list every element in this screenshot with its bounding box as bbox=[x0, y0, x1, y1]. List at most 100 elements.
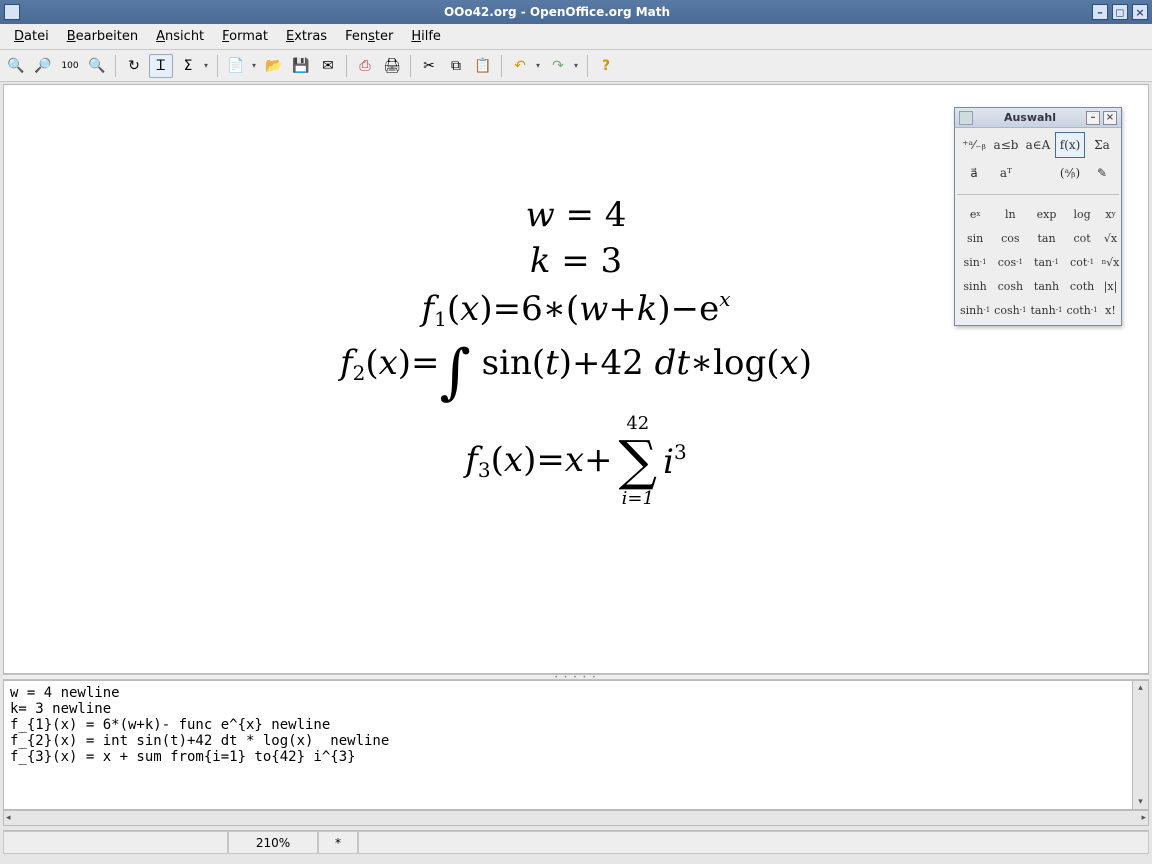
formula-line-2: k = 3 bbox=[530, 241, 622, 281]
undo-icon[interactable]: ↶ bbox=[508, 54, 532, 78]
palette-function-cell[interactable]: tanh bbox=[1030, 275, 1064, 297]
zoom-out-icon[interactable]: 🔎 bbox=[31, 54, 55, 78]
zoom-fit-icon[interactable]: 🔍 bbox=[85, 54, 109, 78]
palette-function-cell[interactable]: cosh-1 bbox=[993, 299, 1027, 321]
command-editor-wrap: w = 4 newline k= 3 newline f_{1}(x) = 6*… bbox=[3, 680, 1149, 810]
dropdown-arrow-icon[interactable]: ▾ bbox=[573, 61, 581, 70]
palette-category-cell[interactable]: ⁺ᵃ⁄₋ᵦ bbox=[959, 132, 989, 158]
palette-function-cell[interactable]: xy bbox=[1101, 203, 1121, 225]
command-editor[interactable]: w = 4 newline k= 3 newline f_{1}(x) = 6*… bbox=[3, 680, 1133, 810]
window-title: OOo42.org - OpenOffice.org Math bbox=[26, 5, 1088, 19]
menu-hilfe[interactable]: Hilfe bbox=[403, 26, 449, 47]
separator bbox=[115, 55, 116, 77]
titlebar: OOo42.org - OpenOffice.org Math – ◻ × bbox=[0, 0, 1152, 24]
dropdown-arrow-icon[interactable]: ▾ bbox=[203, 61, 211, 70]
palette-category-cell[interactable]: aᵀ bbox=[991, 160, 1021, 186]
palette-separator bbox=[957, 194, 1119, 195]
minimize-button[interactable]: – bbox=[1092, 4, 1108, 20]
separator bbox=[587, 55, 588, 77]
zoom-in-icon[interactable]: 🔍 bbox=[4, 54, 28, 78]
palette-function-cell[interactable]: cosh bbox=[993, 275, 1027, 297]
palette-function-cell[interactable]: log bbox=[1066, 203, 1099, 225]
palette-function-cell[interactable]: cos-1 bbox=[993, 251, 1027, 273]
palette-minimize-button[interactable]: – bbox=[1086, 111, 1100, 125]
formula-line-5: f3(x)=x+ 42 ∑ i=1 i3 bbox=[465, 413, 686, 509]
statusbar: 210% * bbox=[3, 830, 1149, 854]
palette-function-cell[interactable]: |x| bbox=[1101, 275, 1121, 297]
selection-palette[interactable]: Auswahl – × ⁺ᵃ⁄₋ᵦa≤ba∈Af(x)Σaa⃗aᵀ(ᵃ⁄ᵦ)✎ … bbox=[954, 107, 1122, 326]
palette-function-cell[interactable]: x! bbox=[1101, 299, 1121, 321]
palette-function-cell[interactable]: tan-1 bbox=[1030, 251, 1064, 273]
palette-function-cell[interactable]: tan bbox=[1030, 227, 1064, 249]
palette-functions-grid: exlnexplogxy sincostancot√x sin-1cos-1tan-… bbox=[955, 199, 1121, 325]
palette-function-cell[interactable]: √x bbox=[1101, 227, 1121, 249]
sigma-icon[interactable]: Σ bbox=[176, 54, 200, 78]
scroll-right-icon[interactable]: ▸ bbox=[1141, 813, 1146, 823]
palette-titlebar[interactable]: Auswahl – × bbox=[955, 108, 1121, 128]
formula-view[interactable]: w = 4 k = 3 f1(x)=6∗(w+k)−ex f2(x)=∫ sin… bbox=[3, 84, 1149, 674]
horizontal-scrollbar[interactable]: ◂ ▸ bbox=[3, 810, 1149, 826]
menu-ansicht[interactable]: Ansicht bbox=[148, 26, 212, 47]
palette-function-cell[interactable]: sinh-1 bbox=[959, 299, 991, 321]
print-icon[interactable]: 🖨 bbox=[380, 54, 404, 78]
menu-extras[interactable]: Extras bbox=[278, 26, 335, 47]
export-pdf-icon[interactable]: ⎙ bbox=[353, 54, 377, 78]
palette-function-cell[interactable]: ex bbox=[959, 203, 991, 225]
status-cell-rest bbox=[358, 831, 1149, 854]
menu-datei[interactable]: Datei bbox=[6, 26, 57, 47]
palette-category-cell[interactable]: (ᵃ⁄ᵦ) bbox=[1055, 160, 1085, 186]
sigma-symbol-icon: ∑ bbox=[619, 434, 658, 488]
palette-category-cell[interactable]: a⃗ bbox=[959, 160, 989, 186]
status-zoom[interactable]: 210% bbox=[228, 831, 318, 854]
menu-fenster[interactable]: Fenster bbox=[337, 26, 401, 47]
menubar: Datei Bearbeiten Ansicht Format Extras F… bbox=[0, 24, 1152, 50]
vertical-scrollbar[interactable]: ▴ ▾ bbox=[1133, 680, 1149, 810]
palette-function-cell[interactable]: sin-1 bbox=[959, 251, 991, 273]
redo-icon[interactable]: ↷ bbox=[546, 54, 570, 78]
palette-function-cell[interactable]: tanh-1 bbox=[1030, 299, 1064, 321]
dropdown-arrow-icon[interactable]: ▾ bbox=[535, 61, 543, 70]
palette-category-cell[interactable]: a≤b bbox=[991, 132, 1021, 158]
copy-icon[interactable]: ⧉ bbox=[444, 54, 468, 78]
separator bbox=[346, 55, 347, 77]
palette-function-cell[interactable]: exp bbox=[1030, 203, 1064, 225]
cut-icon[interactable]: ✂ bbox=[417, 54, 441, 78]
cursor-icon[interactable]: Ꮖ bbox=[149, 54, 173, 78]
formula-line-4: f2(x)=∫ sin(t)+42 dt∗log(x) bbox=[340, 337, 812, 407]
palette-close-button[interactable]: × bbox=[1103, 111, 1117, 125]
open-icon[interactable]: 📂 bbox=[262, 54, 286, 78]
formula-line-3: f1(x)=6∗(w+k)−ex bbox=[422, 287, 731, 331]
save-icon[interactable]: 💾 bbox=[289, 54, 313, 78]
menu-bearbeiten[interactable]: Bearbeiten bbox=[59, 26, 146, 47]
palette-function-cell[interactable]: sinh bbox=[959, 275, 991, 297]
menu-format[interactable]: Format bbox=[214, 26, 276, 47]
status-modified: * bbox=[318, 831, 358, 854]
mail-icon[interactable]: ✉ bbox=[316, 54, 340, 78]
app-icon bbox=[4, 4, 20, 20]
palette-category-cell[interactable]: f(x) bbox=[1055, 132, 1085, 158]
palette-function-cell[interactable]: ln bbox=[993, 203, 1027, 225]
new-doc-icon[interactable]: 📄 bbox=[224, 54, 248, 78]
palette-function-cell[interactable]: coth bbox=[1066, 275, 1099, 297]
scroll-down-icon[interactable]: ▾ bbox=[1138, 795, 1143, 809]
palette-function-cell[interactable]: sin bbox=[959, 227, 991, 249]
palette-function-cell[interactable]: n√x bbox=[1101, 251, 1121, 273]
refresh-icon[interactable]: ↻ bbox=[122, 54, 146, 78]
palette-category-cell[interactable]: ✎ bbox=[1087, 160, 1117, 186]
palette-function-cell[interactable]: cos bbox=[993, 227, 1027, 249]
zoom-100-icon[interactable]: 100 bbox=[58, 54, 82, 78]
scroll-left-icon[interactable]: ◂ bbox=[6, 813, 11, 823]
palette-category-cell[interactable]: Σa bbox=[1087, 132, 1117, 158]
scroll-up-icon[interactable]: ▴ bbox=[1138, 681, 1143, 695]
maximize-button[interactable]: ◻ bbox=[1112, 4, 1128, 20]
palette-function-cell[interactable]: cot bbox=[1066, 227, 1099, 249]
palette-function-cell[interactable]: coth-1 bbox=[1066, 299, 1099, 321]
close-button[interactable]: × bbox=[1132, 4, 1148, 20]
help-icon[interactable]: ? bbox=[594, 54, 618, 78]
paste-icon[interactable]: 📋 bbox=[471, 54, 495, 78]
dropdown-arrow-icon[interactable]: ▾ bbox=[251, 61, 259, 70]
separator bbox=[501, 55, 502, 77]
palette-function-cell[interactable]: cot-1 bbox=[1066, 251, 1099, 273]
palette-category-cell[interactable] bbox=[1023, 160, 1053, 186]
palette-category-cell[interactable]: a∈A bbox=[1023, 132, 1053, 158]
